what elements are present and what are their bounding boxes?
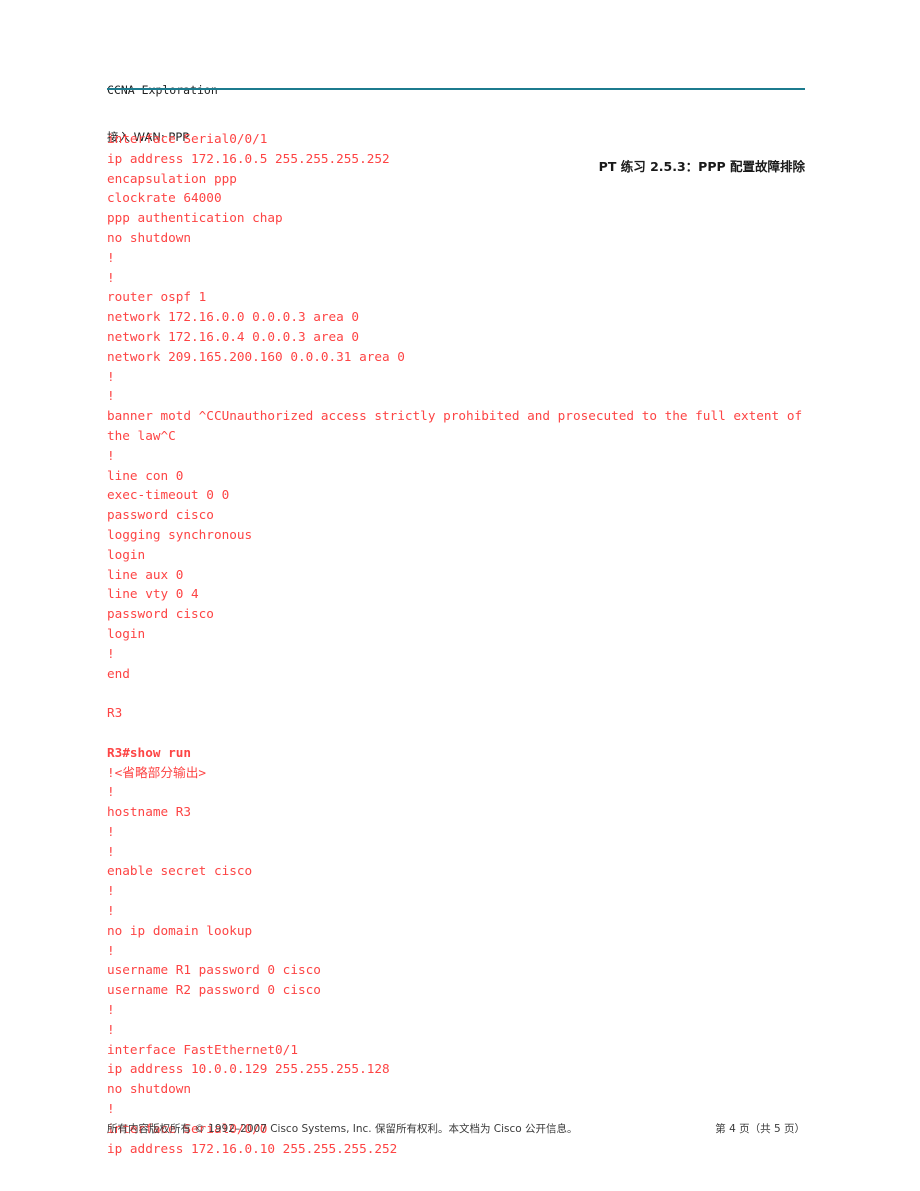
config-line: enable secret cisco <box>107 863 253 879</box>
config-line: no shutdown <box>107 229 192 245</box>
config-line: no ip domain lookup <box>107 922 253 938</box>
config-line <box>107 723 807 743</box>
config-line <box>107 683 807 703</box>
config-line: ip address 10.0.0.129 255.255.255.128 <box>107 1061 390 1077</box>
config-line: exec-timeout 0 0 <box>107 487 230 503</box>
config-line: ! <box>107 1002 115 1018</box>
config-line: ! <box>107 1101 115 1117</box>
config-line: !<省略部分输出> <box>107 764 207 780</box>
config-line: ! <box>107 368 115 384</box>
config-line: ! <box>107 784 115 800</box>
config-line: ! <box>107 942 115 958</box>
config-line: hostname R3 <box>107 804 192 820</box>
config-line: network 172.16.0.4 0.0.0.3 area 0 <box>107 328 360 344</box>
config-line: ip address 172.16.0.5 255.255.255.252 <box>107 150 390 166</box>
config-line: interface FastEthernet0/1 <box>107 1041 298 1057</box>
config-line: line vty 0 4 <box>107 586 199 602</box>
config-line: banner motd ^CCUnauthorized access stric… <box>107 408 810 443</box>
config-line: ! <box>107 645 115 661</box>
config-line: logging synchronous <box>107 526 253 542</box>
footer-copyright: 所有内容版权所有 © 1992–2007 Cisco Systems, Inc.… <box>107 1123 578 1135</box>
config-line: network 209.165.200.160 0.0.0.31 area 0 <box>107 348 405 364</box>
config-line: ip address 172.16.0.10 255.255.255.252 <box>107 1140 398 1156</box>
config-line: password cisco <box>107 606 214 622</box>
config-line: ! <box>107 249 115 265</box>
config-line: router ospf 1 <box>107 289 207 305</box>
footer-page-number: 第 4 页（共 5 页） <box>715 1123 805 1135</box>
config-line: username R1 password 0 cisco <box>107 962 321 978</box>
config-line: R3#show run <box>107 744 192 760</box>
config-line: clockrate 64000 <box>107 190 222 206</box>
config-line: end <box>107 665 130 681</box>
config-line: line aux 0 <box>107 566 184 582</box>
config-line: login <box>107 546 146 562</box>
config-line: ! <box>107 447 115 463</box>
config-line: login <box>107 625 146 641</box>
config-line: interface Serial0/0/1 <box>107 131 268 146</box>
config-line: no shutdown <box>107 1081 192 1097</box>
document-page: CCNA Exploration 接入 WAN: PPP PT 练习 2.5.3… <box>0 0 920 1191</box>
config-line: line con 0 <box>107 467 184 483</box>
header-divider-rule <box>107 88 805 91</box>
config-line: ppp authentication chap <box>107 210 283 226</box>
config-line: password cisco <box>107 507 214 523</box>
config-line: R3 <box>107 705 123 721</box>
config-line: ! <box>107 388 115 404</box>
config-line: ! <box>107 883 115 899</box>
config-line: network 172.16.0.0 0.0.0.3 area 0 <box>107 309 360 325</box>
config-line: ! <box>107 903 115 919</box>
router-config-listing: interface Serial0/0/1 ip address 172.16.0… <box>107 129 807 1158</box>
config-line: encapsulation ppp <box>107 170 237 186</box>
config-line: ! <box>107 823 115 839</box>
config-line: ! <box>107 269 115 285</box>
config-line: username R2 password 0 cisco <box>107 982 321 998</box>
config-line: ! <box>107 843 115 859</box>
header-course-line1: CCNA Exploration <box>107 83 218 99</box>
page-footer: 所有内容版权所有 © 1992–2007 Cisco Systems, Inc.… <box>107 1121 805 1136</box>
config-line: ! <box>107 1021 115 1037</box>
